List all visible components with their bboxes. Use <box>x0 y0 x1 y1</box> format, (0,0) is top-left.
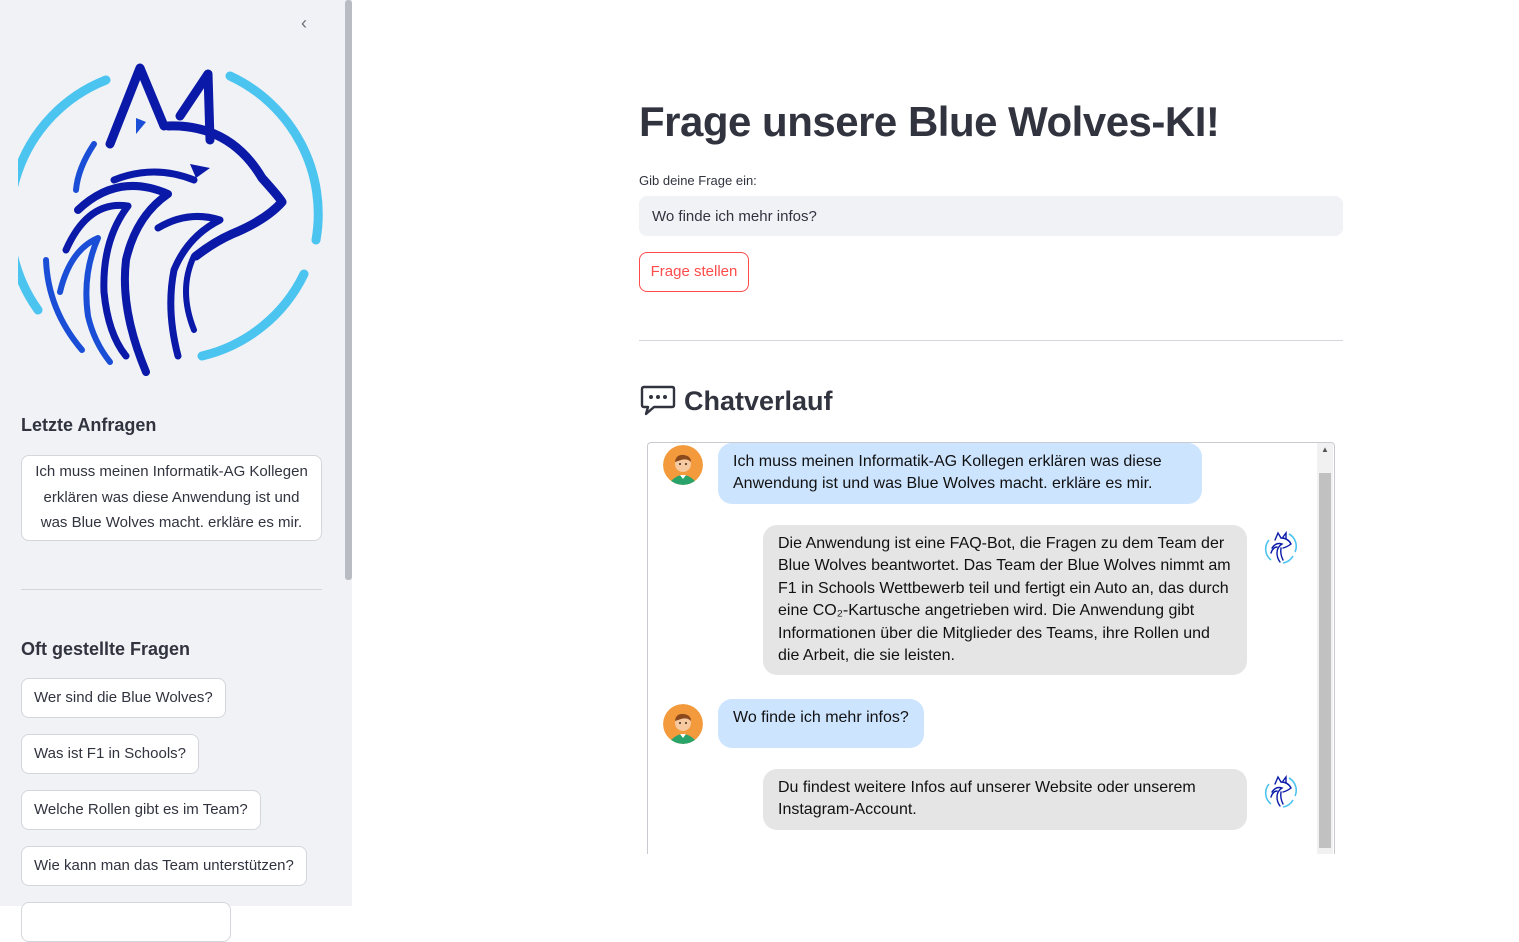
bot-message: Die Anwendung ist eine FAQ-Bot, die Frag… <box>763 525 1247 676</box>
bot-message: Du findest weitere Infos auf unserer Web… <box>763 769 1247 830</box>
faq-heading: Oft gestellte Fragen <box>21 639 191 659</box>
recent-requests-heading: Letzte Anfragen <box>21 415 157 435</box>
chat-history-heading: Chatverlauf <box>640 383 833 419</box>
recent-request-item[interactable]: Ich muss meinen Informatik-AG Kollegen e… <box>21 455 322 541</box>
user-avatar-icon <box>663 704 703 744</box>
sidebar-scrollbar[interactable] <box>345 0 352 580</box>
sidebar-divider <box>21 589 322 590</box>
blue-wolves-logo <box>18 63 323 376</box>
main-divider <box>639 340 1343 341</box>
chevron-left-icon[interactable]: ‹ <box>294 12 314 34</box>
chat-history-panel[interactable]: Ich muss meinen Informatik-AG Kollegen e… <box>647 442 1335 854</box>
user-avatar-icon <box>663 445 703 485</box>
wolf-avatar-icon <box>1262 529 1300 567</box>
page-title: Frage unsere Blue Wolves-KI! <box>639 98 1220 145</box>
speech-balloon-icon <box>640 385 676 416</box>
faq-button-support[interactable]: Wie kann man das Team unterstützen? <box>21 846 307 886</box>
faq-button-f1-in-schools[interactable]: Was ist F1 in Schools? <box>21 734 199 774</box>
faq-button-roles[interactable]: Welche Rollen gibt es im Team? <box>21 790 261 830</box>
question-input-label: Gib deine Frage ein: <box>639 173 757 188</box>
question-input[interactable] <box>639 196 1343 236</box>
sidebar: ‹ Letzte Anfragen Ich muss meinen Inform… <box>0 0 352 942</box>
faq-button-blue-wolves[interactable]: Wer sind die Blue Wolves? <box>21 678 226 718</box>
chat-history-title: Chatverlauf <box>684 385 833 416</box>
user-message: Ich muss meinen Informatik-AG Kollegen e… <box>718 443 1202 504</box>
user-message: Wo finde ich mehr infos? <box>718 699 924 748</box>
scroll-up-arrow-icon[interactable]: ▲ <box>1320 445 1330 454</box>
ask-question-button[interactable]: Frage stellen <box>639 252 749 292</box>
faq-button-more[interactable] <box>21 902 231 942</box>
wolf-avatar-icon <box>1262 773 1300 811</box>
chat-scrollbar-thumb[interactable] <box>1319 473 1331 848</box>
